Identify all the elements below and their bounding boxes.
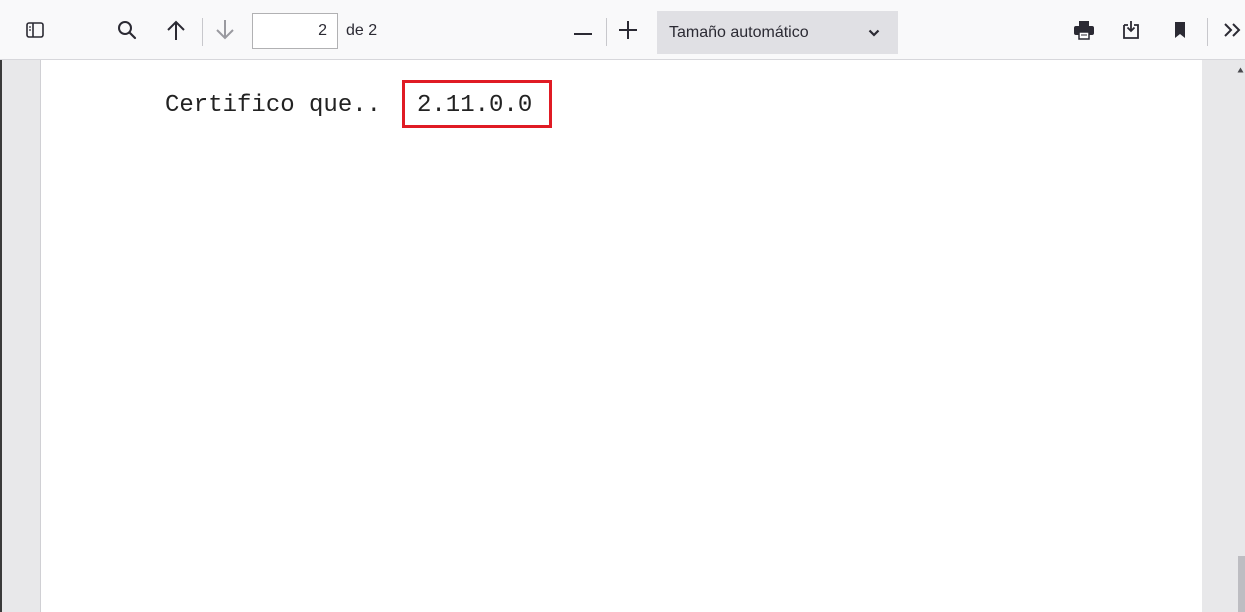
arrow-down-icon [215, 19, 235, 46]
zoom-in-button[interactable] [615, 12, 641, 52]
arrow-up-icon [166, 19, 186, 46]
toolbar-divider [1207, 18, 1208, 46]
window-edge [0, 60, 2, 612]
sidebar-toggle-button[interactable] [22, 12, 48, 52]
version-highlight-box [402, 80, 552, 128]
printer-icon [1073, 20, 1095, 45]
chevron-down-icon [868, 29, 880, 37]
certificate-text: Certifico que.. [165, 92, 382, 119]
scroll-up-arrow-icon[interactable] [1236, 64, 1245, 76]
search-button[interactable] [113, 12, 141, 52]
scrollbar-thumb[interactable] [1238, 556, 1245, 612]
previous-page-button[interactable] [163, 12, 189, 52]
toolbar-divider [202, 18, 203, 46]
more-tools-button[interactable] [1218, 12, 1245, 52]
minus-icon [573, 23, 593, 41]
toolbar-divider [606, 18, 607, 46]
search-icon [117, 20, 137, 45]
double-chevron-right-icon [1221, 22, 1243, 43]
download-icon [1121, 20, 1141, 45]
save-button[interactable] [1118, 12, 1144, 52]
pdf-page: Certifico que.. 2.11.0.0 [40, 60, 1202, 612]
document-viewer[interactable]: Certifico que.. 2.11.0.0 [0, 60, 1245, 612]
vertical-scrollbar[interactable] [1236, 60, 1245, 612]
zoom-select-value: Tamaño automático [669, 23, 809, 41]
zoom-out-button[interactable] [570, 12, 596, 52]
next-page-button[interactable] [212, 12, 238, 52]
page-number-input[interactable] [252, 13, 338, 49]
toolbar: de 2 Tamaño automático [0, 0, 1245, 60]
zoom-select[interactable]: Tamaño automático [657, 11, 898, 54]
pdf-viewer-window: de 2 Tamaño automático [0, 0, 1245, 612]
sidebar-toggle-icon [26, 21, 44, 43]
bookmark-icon [1173, 21, 1187, 44]
print-button[interactable] [1071, 12, 1097, 52]
page-count-label: de 2 [346, 22, 378, 39]
plus-icon [618, 20, 638, 45]
bookmark-button[interactable] [1167, 12, 1193, 52]
